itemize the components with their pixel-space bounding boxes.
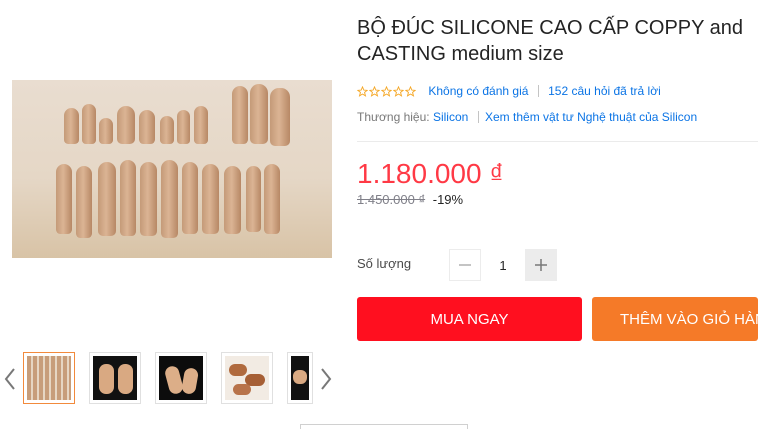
gallery-next-button[interactable] xyxy=(318,366,334,392)
divider xyxy=(477,110,479,123)
brand-more-link[interactable]: Xem thêm vật tư Nghệ thuật của Silicon xyxy=(485,110,697,124)
section-divider xyxy=(357,141,758,142)
brand-row: Thương hiệu: Silicon Xem thêm vật tư Ngh… xyxy=(357,108,697,125)
divider xyxy=(537,84,539,97)
cast-pieces-thumbnail xyxy=(225,356,269,400)
finger-cast xyxy=(139,110,155,144)
finger-cast xyxy=(117,106,135,144)
finger-cast xyxy=(177,110,190,144)
finger-cast xyxy=(182,162,198,234)
buy-now-button[interactable]: MUA NGAY xyxy=(357,297,582,341)
finger-cast xyxy=(270,88,290,146)
add-to-cart-button[interactable]: THÊM VÀO GIỎ HÀNG xyxy=(592,297,758,341)
finger-cast xyxy=(120,160,136,236)
finger-cast xyxy=(56,164,72,234)
hands-pose-thumbnail xyxy=(159,356,203,400)
hand-partial-thumbnail xyxy=(291,356,309,400)
list-price: 1.450.000 ₫ xyxy=(357,192,426,207)
brand-label: Thương hiệu: xyxy=(357,109,430,124)
rating-row: Không có đánh giá 152 câu hỏi đã trả lời xyxy=(356,82,661,99)
quantity-increase-button[interactable] xyxy=(525,249,557,281)
thumbnail-item[interactable] xyxy=(89,352,141,404)
thumbnail-gallery xyxy=(0,344,340,414)
finger-cast xyxy=(82,104,96,144)
rating-stars xyxy=(356,83,417,99)
star-outline-icon xyxy=(380,85,393,98)
thumbnail-item[interactable] xyxy=(23,352,75,404)
discount-badge: -19% xyxy=(432,192,464,207)
price-details: 1.450.000 ₫ -19% xyxy=(357,192,463,208)
quantity-label: Số lượng xyxy=(357,256,412,271)
star-outline-icon xyxy=(392,85,405,98)
rating-link[interactable]: Không có đánh giá xyxy=(428,84,528,98)
chevron-left-icon xyxy=(4,368,15,390)
finger-cast xyxy=(64,108,79,144)
star-outline-icon xyxy=(356,85,369,98)
current-price: 1.180.000 ₫ xyxy=(357,158,504,189)
star-outline-icon xyxy=(404,85,417,98)
minus-icon xyxy=(459,264,471,266)
finger-cast xyxy=(246,166,261,232)
questions-link[interactable]: 152 câu hỏi đã trả lời xyxy=(548,84,661,98)
star-outline-icon xyxy=(368,85,381,98)
plus-icon xyxy=(535,259,547,271)
thumbnail-item[interactable] xyxy=(155,352,207,404)
thumbnail-item[interactable] xyxy=(287,352,313,404)
chevron-right-icon xyxy=(321,368,332,390)
quantity-input[interactable] xyxy=(485,249,521,281)
hands-pair-thumbnail xyxy=(93,356,137,400)
finger-cast xyxy=(140,162,157,236)
finger-cast xyxy=(194,106,208,144)
finger-cast xyxy=(98,162,116,236)
finger-cast xyxy=(160,116,174,144)
bottom-panel-edge xyxy=(300,424,468,429)
finger-cast xyxy=(76,166,92,238)
finger-cast xyxy=(264,164,280,234)
silicone-fingers-thumbnail xyxy=(27,356,71,400)
finger-cast xyxy=(202,164,219,234)
finger-cast xyxy=(99,118,113,144)
finger-cast xyxy=(161,160,178,238)
finger-cast xyxy=(224,166,241,234)
product-title: BỘ ĐÚC SILICONE CAO CẤP COPPY and CASTIN… xyxy=(357,17,744,65)
quantity-decrease-button[interactable] xyxy=(449,249,481,281)
product-main-image[interactable] xyxy=(12,80,332,258)
thumbnail-item[interactable] xyxy=(221,352,273,404)
finger-cast xyxy=(250,84,268,144)
finger-cast xyxy=(232,86,248,144)
brand-link[interactable]: Silicon xyxy=(433,110,468,124)
gallery-prev-button[interactable] xyxy=(2,366,18,392)
